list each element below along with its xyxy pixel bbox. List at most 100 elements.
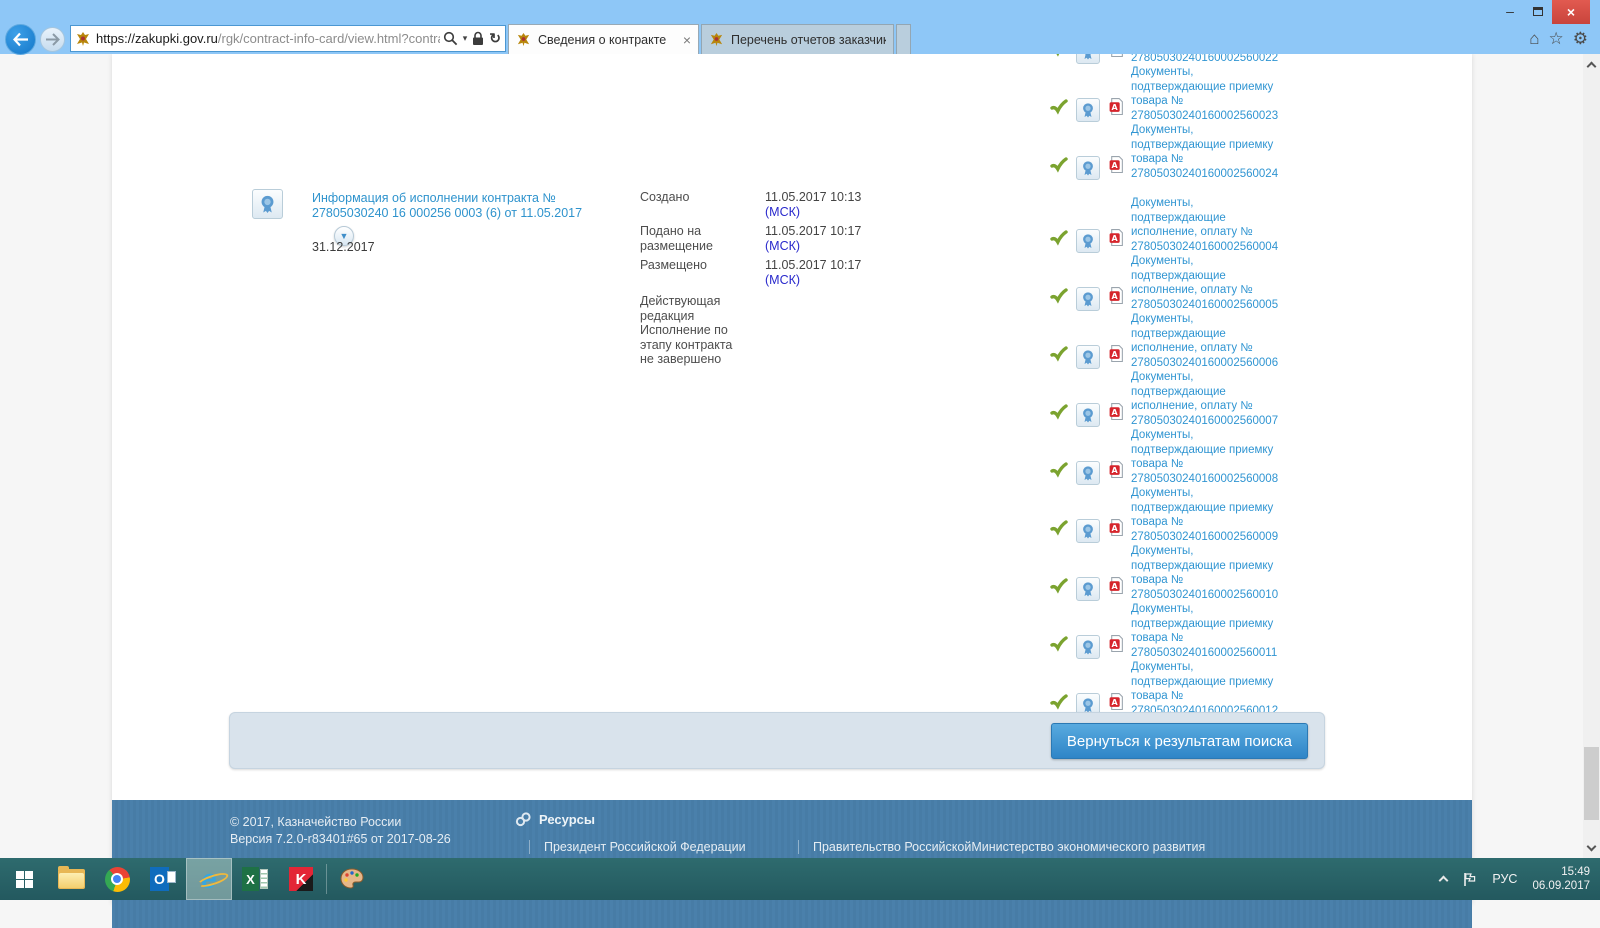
contract-status-wrap: Действующая редакция Исполнение по этапу… <box>640 291 920 367</box>
return-to-results-button[interactable]: Вернуться к результатам поиска <box>1051 723 1308 759</box>
taskbar-paint[interactable] <box>329 858 375 900</box>
version-line: Версия 7.2.0-r83401#65 от 2017-08-26 <box>230 831 451 848</box>
rosette-icon <box>1081 581 1095 597</box>
windows-logo-icon <box>16 871 33 888</box>
document-item: A Документы, подтверждающие приемку това… <box>1048 486 1308 544</box>
document-link[interactable]: Документы, подтверждающие исполнение, оп… <box>1131 254 1278 312</box>
pdf-icon[interactable]: A <box>1109 577 1124 599</box>
svg-text:A: A <box>1112 408 1119 417</box>
tab-favicon-icon <box>516 32 532 48</box>
back-button[interactable] <box>5 24 36 55</box>
scroll-up-button[interactable] <box>1583 56 1600 73</box>
folder-icon <box>58 869 85 889</box>
taskbar-internet-explorer[interactable]: e <box>186 858 232 900</box>
signature-badge-button[interactable] <box>1076 403 1100 427</box>
document-item: A Документы, подтверждающие приемку това… <box>1048 602 1308 660</box>
meta-value: 11.05.2017 10:17 (МСК) <box>765 224 905 253</box>
document-item: A Документы, подтверждающие исполнение, … <box>1048 254 1308 312</box>
address-bar[interactable]: https://zakupki.gov.ru/rgk/contract-info… <box>70 25 506 52</box>
document-link[interactable]: Документы, подтверждающие приемку товара… <box>1131 65 1278 123</box>
document-item: A Документы, подтверждающие исполнение, … <box>1048 312 1308 370</box>
signature-badge-button[interactable] <box>1076 577 1100 601</box>
document-link[interactable]: Документы, подтверждающие приемку товара… <box>1131 544 1278 602</box>
pdf-icon[interactable]: A <box>1109 461 1124 483</box>
svg-text:A: A <box>1112 234 1119 243</box>
close-button[interactable]: × <box>1552 0 1590 24</box>
signature-badge-button[interactable] <box>1076 156 1100 180</box>
tab-close-icon[interactable]: × <box>683 32 691 48</box>
tab-contract-info[interactable]: Сведения о контракте × <box>508 24 699 54</box>
favorites-star-icon[interactable]: ☆ <box>1549 27 1564 51</box>
meta-label: Подано на размещение <box>640 224 765 253</box>
svg-text:A: A <box>1112 292 1119 301</box>
document-link[interactable]: Документы, подтверждающие приемку товара… <box>1131 486 1278 544</box>
signature-badge-button[interactable] <box>1076 461 1100 485</box>
meta-value: 11.05.2017 10:13 (МСК) <box>765 190 905 219</box>
taskbar-excel[interactable]: X <box>232 858 278 900</box>
meta-timezone-link[interactable]: (МСК) <box>765 273 905 288</box>
meta-timezone-link[interactable]: (МСК) <box>765 205 905 220</box>
minimize-button[interactable]: – <box>1496 0 1524 22</box>
pdf-icon[interactable]: A <box>1109 519 1124 541</box>
navigation-bar: https://zakupki.gov.ru/rgk/contract-info… <box>0 24 1600 54</box>
contract-signature-badge-button[interactable] <box>252 189 283 219</box>
action-bar: Вернуться к результатам поиска <box>229 712 1325 769</box>
paint-palette-icon <box>339 868 365 890</box>
tab-reports-list[interactable]: Перечень отчетов заказчика <box>701 24 894 54</box>
document-item: A Документы, подтверждающие приемку това… <box>1048 660 1308 718</box>
meta-timezone-link[interactable]: (МСК) <box>765 239 905 254</box>
signature-badge-button[interactable] <box>1076 229 1100 253</box>
action-center-flag-icon[interactable] <box>1462 872 1477 887</box>
browser-toolbar-icons: ⌂ ☆ ⚙ <box>1529 27 1588 51</box>
pdf-icon[interactable]: A <box>1109 345 1124 367</box>
pdf-icon[interactable]: A <box>1109 229 1124 251</box>
chevron-down-icon[interactable]: ▾ <box>463 33 468 44</box>
pdf-icon[interactable]: A <box>1109 403 1124 425</box>
settings-gear-icon[interactable]: ⚙ <box>1573 27 1588 51</box>
refresh-icon[interactable]: ↻ <box>489 30 501 47</box>
pdf-icon[interactable]: A <box>1109 287 1124 309</box>
document-link[interactable]: Документы, подтверждающие исполнение, оп… <box>1131 370 1278 428</box>
document-link[interactable]: Документы, подтверждающие приемку товара… <box>1131 428 1278 486</box>
search-icon[interactable] <box>443 31 458 46</box>
taskbar-chrome[interactable] <box>94 858 140 900</box>
contract-title-link[interactable]: Информация об исполнении контракта № 278… <box>312 191 612 221</box>
document-link[interactable]: Документы, подтверждающие приемку товара… <box>1131 660 1278 718</box>
vertical-scrollbar[interactable] <box>1583 54 1600 858</box>
pdf-icon[interactable]: A <box>1109 156 1124 178</box>
scrollbar-thumb[interactable] <box>1584 747 1599 820</box>
document-link[interactable]: Документы, подтверждающие исполнение, оп… <box>1131 312 1278 370</box>
document-link[interactable]: Документы, подтверждающие приемку товара… <box>1131 123 1278 181</box>
restore-button[interactable] <box>1524 0 1552 22</box>
rosette-icon <box>1081 465 1095 481</box>
forward-arrow-icon <box>45 33 60 46</box>
home-icon[interactable]: ⌂ <box>1529 27 1539 51</box>
url-host: https://zakupki.gov.ru <box>96 31 218 46</box>
footer-link[interactable]: Президент Российской Федерации <box>529 840 784 854</box>
forward-button[interactable] <box>40 27 65 52</box>
checkmark-icon <box>1050 230 1068 251</box>
footer-link[interactable]: Правительство Российской <box>798 840 971 854</box>
rosette-icon <box>1081 349 1095 365</box>
new-tab-stub[interactable] <box>896 24 911 54</box>
meta-date: 11.05.2017 10:13 <box>765 190 905 205</box>
signature-badge-button[interactable] <box>1076 287 1100 311</box>
signature-badge-button[interactable] <box>1076 98 1100 122</box>
browser-chrome: – × https://zakupki.gov.ru/rgk/contract-… <box>0 0 1600 54</box>
taskbar-kaspersky[interactable]: K <box>278 858 324 900</box>
pdf-icon[interactable]: A <box>1109 635 1124 657</box>
tray-chevron-up-icon[interactable] <box>1439 876 1449 886</box>
start-button[interactable] <box>0 858 48 900</box>
signature-badge-button[interactable] <box>1076 519 1100 543</box>
document-link[interactable]: Документы, подтверждающие приемку товара… <box>1131 602 1277 660</box>
pdf-icon[interactable]: A <box>1109 98 1124 120</box>
clock[interactable]: 15:49 06.09.2017 <box>1532 865 1590 893</box>
language-indicator[interactable]: РУС <box>1492 872 1517 886</box>
scroll-down-button[interactable] <box>1583 839 1600 856</box>
signature-badge-button[interactable] <box>1076 635 1100 659</box>
signature-badge-button[interactable] <box>1076 345 1100 369</box>
taskbar-file-explorer[interactable] <box>48 858 94 900</box>
taskbar-outlook[interactable]: O <box>140 858 186 900</box>
document-link[interactable]: Документы, подтверждающие исполнение, оп… <box>1131 196 1278 254</box>
footer-link[interactable]: Министерство экономического развития <box>971 840 1205 854</box>
